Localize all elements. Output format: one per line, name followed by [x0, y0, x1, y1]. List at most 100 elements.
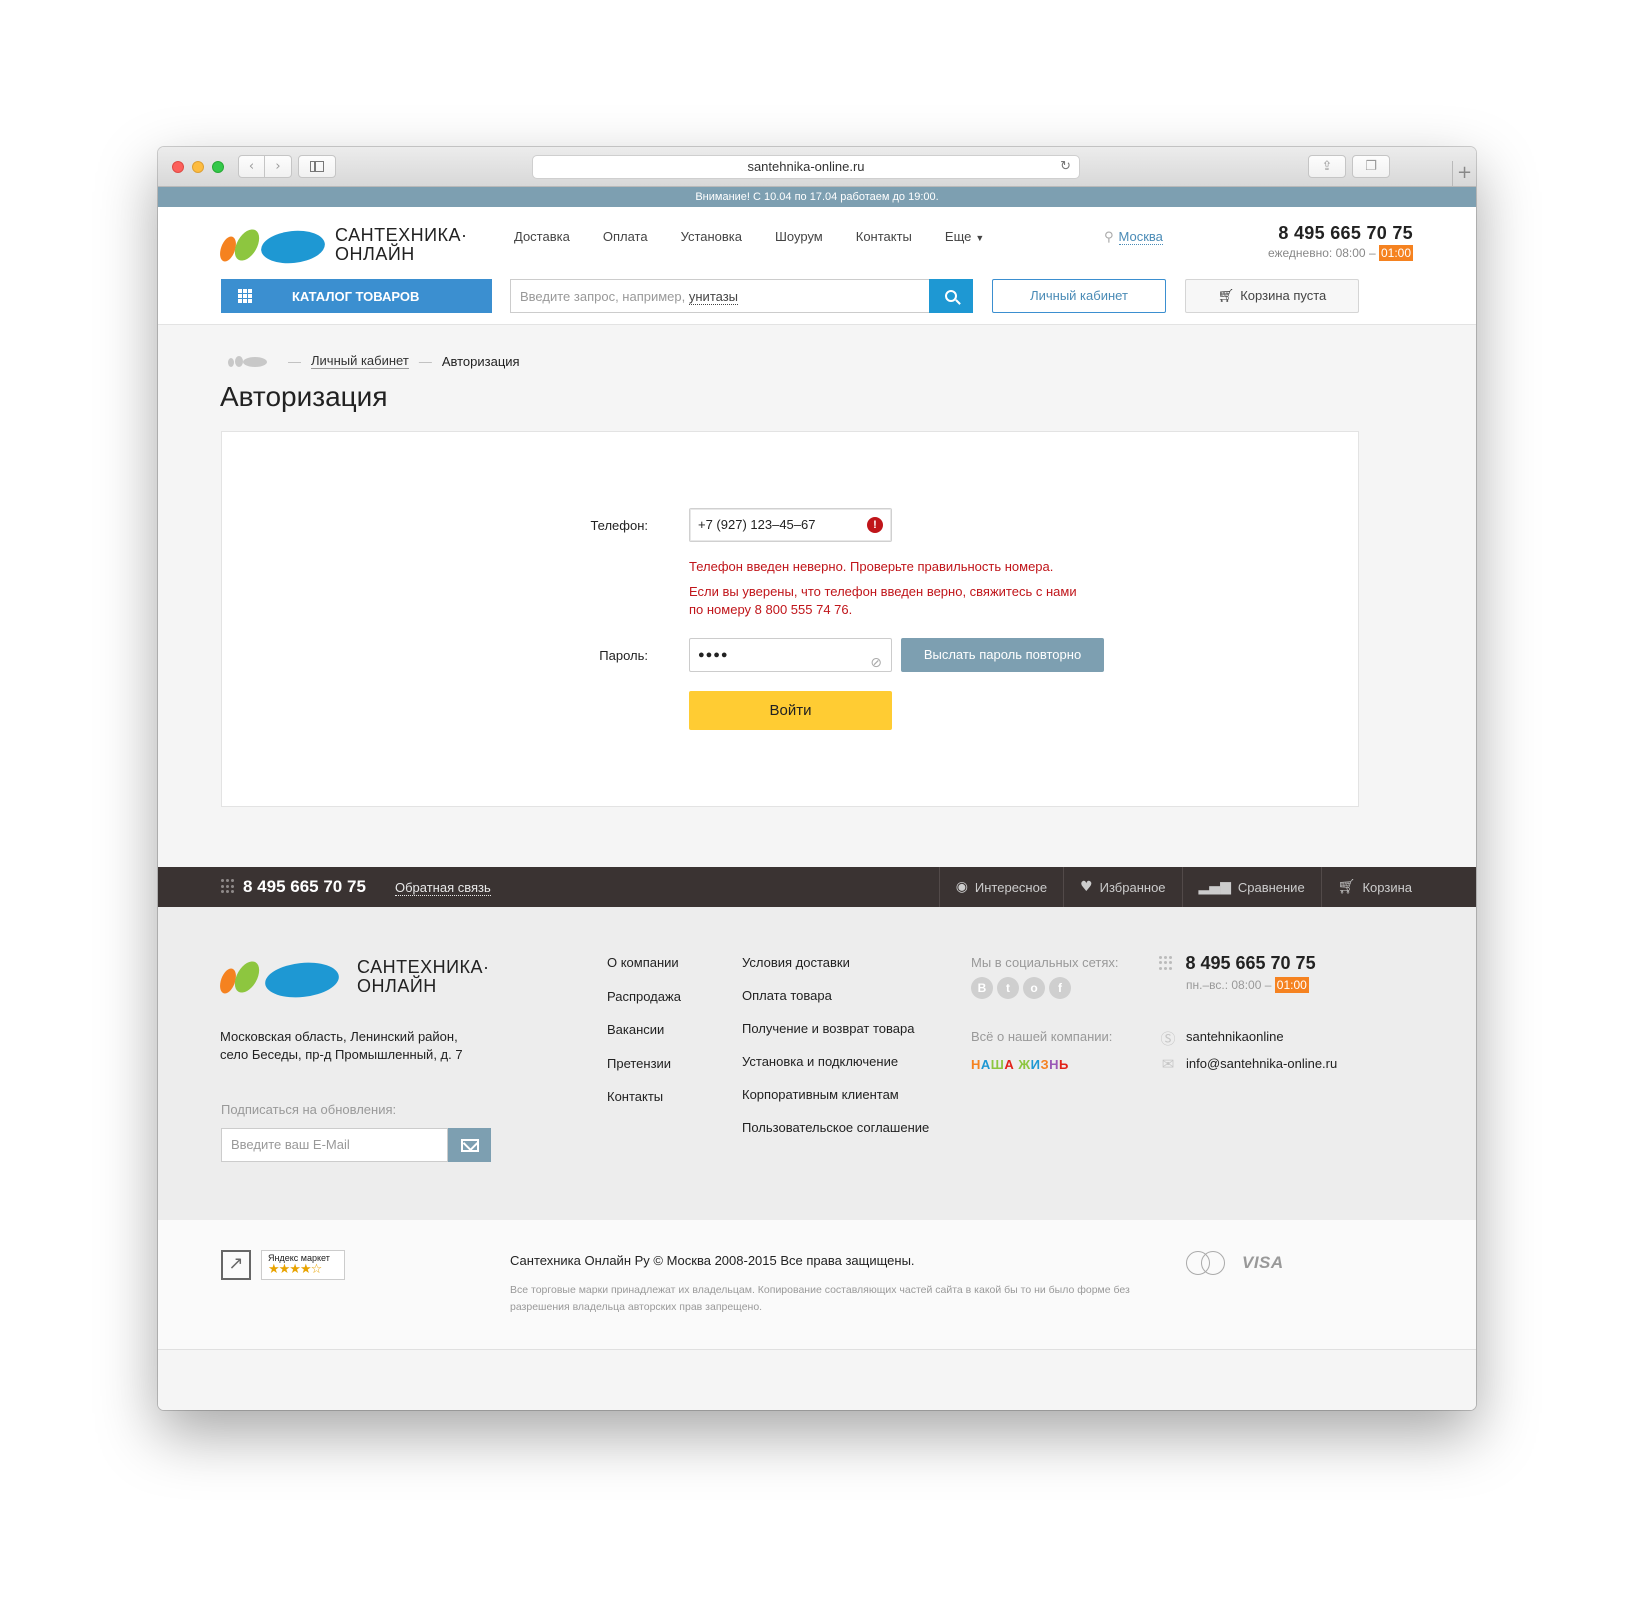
caret-down-icon: ▼	[975, 233, 985, 243]
site-logo[interactable]: САНТЕХНИКА· ОНЛАЙН	[216, 225, 468, 267]
password-field[interactable]: ●●●● ⊘	[689, 638, 892, 672]
search-icon	[945, 290, 957, 302]
mastercard-icon	[1186, 1250, 1226, 1276]
breadcrumb: — Личный кабинет — Авторизация	[228, 353, 520, 369]
footer-contact: 8 495 665 70 75 пн.–вс.: 08:00 – 01:00	[1159, 953, 1316, 993]
login-button[interactable]: Войти	[689, 691, 892, 730]
logo-text: САНТЕХНИКА· ОНЛАЙН	[335, 225, 468, 264]
sidebar-toggle-button[interactable]	[298, 155, 336, 178]
header-contact: 8 495 665 70 75 ежедневно: 08:00 – 01:00	[1267, 223, 1413, 261]
twitter-icon[interactable]: t	[997, 977, 1019, 999]
nav-showroom[interactable]: Шоурум	[775, 229, 823, 244]
cart-icon: 🛒︎	[1337, 879, 1356, 895]
browser-toolbar: ‹ › santehnika-online.ru ↻ ⇪ ❐ +	[158, 147, 1476, 187]
top-navigation: Доставка Оплата Установка Шоурум Контакт…	[514, 229, 1017, 244]
share-icon: ⇪	[1321, 159, 1333, 174]
header-phone[interactable]: 8 495 665 70 75	[1268, 223, 1413, 244]
login-form: Телефон: +7 (927) 123–45–67 ! Телефон вв…	[221, 431, 1359, 807]
social-icons: В t о f	[971, 977, 1071, 999]
catalog-button[interactable]: КАТАЛОГ ТОВАРОВ	[221, 279, 492, 313]
cart-button[interactable]: 🛒︎ Корзина пуста	[1185, 279, 1359, 313]
location-pin-icon: ⚲	[1104, 230, 1114, 245]
yandex-market-badge[interactable]: Яндекс маркет ★★★★☆	[261, 1250, 345, 1280]
footer-link[interactable]: Распродажа	[607, 989, 681, 1004]
disclaimer: Все торговые марки принадлежат их владел…	[510, 1284, 1130, 1313]
breadcrumb-current: Авторизация	[441, 353, 520, 369]
facebook-icon[interactable]: f	[1049, 977, 1071, 999]
back-button[interactable]: ‹	[238, 155, 265, 178]
nav-more[interactable]: Еще ▼	[945, 229, 984, 244]
copyright: Сантехника Онлайн Ру © Москва 2008-2015 …	[510, 1253, 915, 1268]
footer-link[interactable]: О компании	[607, 955, 681, 970]
feedback-link[interactable]: Обратная связь	[395, 880, 491, 896]
url-text: santehnika-online.ru	[747, 159, 865, 174]
tab-cart[interactable]: 🛒︎ Корзина	[1320, 867, 1476, 907]
hide-password-icon[interactable]: ⊘	[870, 647, 883, 679]
tab-compare[interactable]: ▂▄▆ Сравнение	[1181, 867, 1321, 907]
search-input[interactable]	[510, 279, 929, 313]
nav-contacts[interactable]: Контакты	[856, 229, 912, 244]
tab-interesting[interactable]: ◉ Интересное	[938, 867, 1063, 907]
odnoklassniki-icon[interactable]: о	[1023, 977, 1045, 999]
nav-payment[interactable]: Оплата	[603, 229, 648, 244]
reload-icon[interactable]: ↻	[1060, 156, 1071, 178]
phone-keypad-icon	[1159, 955, 1173, 972]
footer-phone[interactable]: 8 495 665 70 75	[1185, 953, 1315, 974]
rating-stars: ★★★★☆	[268, 1262, 322, 1277]
envelope-icon	[460, 1138, 479, 1152]
minimize-window-button[interactable]	[192, 161, 204, 173]
forward-button[interactable]: ›	[265, 155, 292, 178]
browser-window: ‹ › santehnika-online.ru ↻ ⇪ ❐ + Внимани…	[158, 147, 1476, 1410]
heart-icon: ♥	[1080, 879, 1093, 895]
new-tab-button[interactable]: +	[1452, 161, 1476, 187]
skype-contact[interactable]: Ⓢsantehnikaonline	[1159, 1028, 1283, 1049]
logo-text: САНТЕХНИКА· ОНЛАЙН	[357, 957, 490, 996]
nav-installation[interactable]: Установка	[681, 229, 742, 244]
footer-link[interactable]: Корпоративным клиентам	[742, 1087, 929, 1102]
page-title: Авторизация	[220, 381, 388, 412]
city-selector[interactable]: ⚲ Москва	[1104, 229, 1163, 245]
footer-link[interactable]: Получение и возврат товара	[742, 1021, 929, 1036]
nasha-zhizn-logo[interactable]: НАША ЖИЗНЬ	[971, 1057, 1069, 1072]
footer-logo[interactable]: САНТЕХНИКА· ОНЛАЙН	[216, 955, 490, 1001]
share-button[interactable]: ⇪	[1308, 155, 1346, 178]
footer-link[interactable]: Претензии	[607, 1056, 681, 1071]
close-window-button[interactable]	[172, 161, 184, 173]
footer-hours: пн.–вс.: 08:00 – 01:00	[1186, 977, 1309, 993]
account-button[interactable]: Личный кабинет	[992, 279, 1166, 313]
resend-password-button[interactable]: Выслать пароль повторно	[901, 638, 1104, 672]
window-controls	[172, 161, 224, 173]
tab-favorites[interactable]: ♥ Избранное	[1063, 867, 1181, 907]
main-content: — Личный кабинет — Авторизация Авторизац…	[158, 325, 1476, 867]
tabs-overview-button[interactable]: ❐	[1352, 155, 1390, 178]
logo-icon	[216, 225, 329, 267]
tabs-icon: ❐	[1365, 159, 1377, 174]
footer-link[interactable]: Условия доставки	[742, 955, 929, 970]
footer-link[interactable]: Оплата товара	[742, 988, 929, 1003]
external-link-icon[interactable]: ↗	[221, 1250, 251, 1280]
footer-link[interactable]: Установка и подключение	[742, 1054, 929, 1069]
chevron-left-icon: ‹	[248, 159, 255, 174]
search-button[interactable]	[929, 279, 973, 313]
eye-icon: ◉	[955, 879, 968, 895]
zoom-window-button[interactable]	[212, 161, 224, 173]
page: Внимание! С 10.04 по 17.04 работаем до 1…	[158, 187, 1476, 1410]
email-contact[interactable]: ✉ info@santehnika-online.ru	[1159, 1055, 1338, 1073]
footer-link[interactable]: Контакты	[607, 1089, 681, 1104]
nav-delivery[interactable]: Доставка	[514, 229, 570, 244]
subscribe-email-input[interactable]: Введите ваш E-Mail	[221, 1128, 448, 1162]
vk-icon[interactable]: В	[971, 977, 993, 999]
footer-link[interactable]: Вакансии	[607, 1022, 681, 1037]
phone-field[interactable]: +7 (927) 123–45–67 !	[689, 508, 892, 542]
breadcrumb-account[interactable]: Личный кабинет	[311, 353, 409, 369]
address-bar[interactable]: santehnika-online.ru ↻	[532, 155, 1080, 179]
footer-bar-phone: 8 495 665 70 75	[221, 877, 366, 897]
footer-link[interactable]: Пользовательское соглашение	[742, 1120, 929, 1135]
visa-icon: VISA	[1242, 1253, 1284, 1272]
header-hours: ежедневно: 08:00 – 01:00	[1267, 245, 1413, 261]
home-logo-icon[interactable]	[228, 355, 268, 367]
phone-error-hint: Если вы уверены, что телефон введен верн…	[689, 584, 1077, 617]
cart-icon: 🛒︎	[1217, 289, 1235, 304]
company-address: Московская область, Ленинский район, сел…	[220, 1029, 463, 1062]
subscribe-button[interactable]	[448, 1128, 491, 1162]
